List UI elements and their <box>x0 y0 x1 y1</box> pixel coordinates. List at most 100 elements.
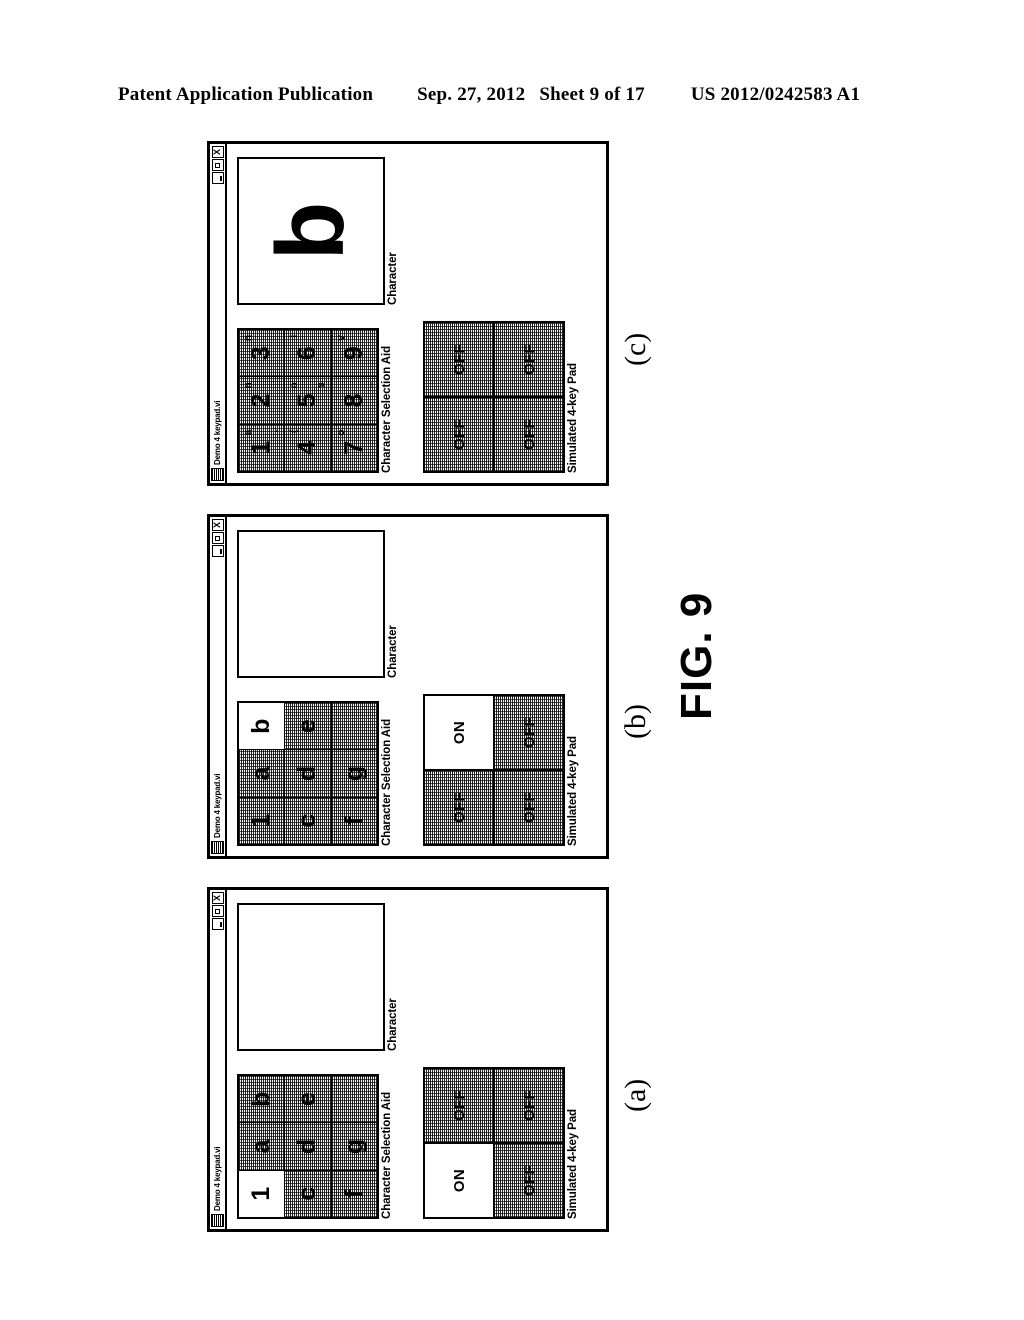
selection-aid-cell[interactable]: b <box>239 703 285 750</box>
keypad-key[interactable]: OFF <box>495 1144 563 1217</box>
selection-aid-cell-superscript: v <box>335 335 347 341</box>
minimize-icon[interactable] <box>211 545 224 557</box>
character-selection-aid-grid[interactable]: 1 a b c d e f g <box>237 1074 379 1219</box>
keypad-key-label: OFF <box>520 344 538 375</box>
window-titlebar[interactable]: Demo 4 keypad.vi X <box>210 890 227 1229</box>
application-icon <box>211 1214 224 1227</box>
selection-aid-cell[interactable]: 4( <box>285 424 331 471</box>
figure-9: Demo 4 keypad.vi X 1 a b c d e f g Character Selec… <box>0 0 1024 1320</box>
character-selection-aid-label: Character Selection Aid <box>381 718 393 846</box>
selection-aid-cell[interactable]: g <box>331 750 377 797</box>
keypad-key[interactable]: OFF <box>425 398 493 471</box>
selection-aid-cell[interactable]: 2n <box>239 377 285 424</box>
selection-aid-cell[interactable]: c <box>285 1170 331 1217</box>
selection-aid-cell-superscript: ( <box>289 429 301 434</box>
selection-aid-cell[interactable]: g <box>331 1123 377 1170</box>
keypad-key[interactable]: OFF <box>425 1069 493 1142</box>
selection-aid-cell[interactable]: 9v <box>331 330 377 377</box>
selection-aid-cell-subscript: _ <box>361 382 373 388</box>
keypad-key-label: OFF <box>520 1165 538 1196</box>
selection-aid-cell[interactable]: f <box>331 1170 377 1217</box>
selection-aid-cell[interactable]: d <box>285 1123 331 1170</box>
selection-aid-cell[interactable]: d <box>285 750 331 797</box>
simulated-keypad-grid[interactable]: OFF ON OFF OFF <box>423 694 565 846</box>
keypad-key[interactable]: OFF <box>495 696 563 769</box>
window-body: 1 a b c d e f g Character Selection Aid Character… <box>227 890 610 1229</box>
selection-aid-cell[interactable]: 1 <box>239 1170 285 1217</box>
window-title: Demo 4 keypad.vi <box>213 773 222 838</box>
window-titlebar[interactable]: Demo 4 keypad.vi X <box>210 517 227 856</box>
keypad-key[interactable]: OFF <box>425 323 493 396</box>
selection-aid-cell[interactable]: 5 o s <box>285 377 331 424</box>
minimize-icon[interactable] <box>211 918 224 930</box>
selection-aid-cell-label: c <box>293 1186 322 1201</box>
demo-window: Demo 4 keypad.vi X 1 a. 2 n 3 n 4(5 o s 6 l 7 o 8 _ 9 v Cha… <box>207 141 609 486</box>
selection-aid-cell-label: 8 <box>339 393 368 408</box>
panel-letter: (a) <box>619 1078 652 1112</box>
panel-letter: (b) <box>619 704 652 739</box>
selection-aid-cell-superscript: o <box>289 382 301 389</box>
character-display: b <box>237 157 385 305</box>
simulated-keypad-grid[interactable]: ON OFF OFF OFF <box>423 1067 565 1219</box>
close-icon[interactable]: X <box>211 892 224 904</box>
selection-aid-cell[interactable]: a <box>239 750 285 797</box>
character-display <box>237 903 385 1051</box>
selection-aid-cell-label: d <box>293 1138 322 1155</box>
selection-aid-cell-label: 2 <box>247 393 276 408</box>
maximize-icon[interactable] <box>211 159 224 171</box>
selection-aid-cell[interactable]: e <box>285 703 331 750</box>
minimize-icon[interactable] <box>211 172 224 184</box>
window-controls: X <box>211 519 224 557</box>
selection-aid-cell-label: 6 <box>293 346 322 361</box>
selection-aid-cell-label: g <box>339 1138 368 1155</box>
selection-aid-cell[interactable]: 3n <box>239 330 285 377</box>
panel-row: Demo 4 keypad.vi X 1 a b c d e f g Character Selec… <box>207 141 652 1232</box>
character-display-label: Character <box>387 998 399 1051</box>
selection-aid-cell[interactable]: b <box>239 1076 285 1123</box>
selection-aid-cell[interactable]: f <box>331 797 377 844</box>
keypad-key[interactable]: ON <box>425 696 493 769</box>
window-controls: X <box>211 146 224 184</box>
close-icon[interactable]: X <box>211 519 224 531</box>
selection-aid-cell[interactable]: 6l <box>285 330 331 377</box>
keypad-key-label: OFF <box>520 1090 538 1121</box>
window-titlebar[interactable]: Demo 4 keypad.vi X <box>210 144 227 483</box>
simulated-keypad-grid[interactable]: OFF OFF OFF OFF <box>423 321 565 473</box>
selection-aid-cell[interactable]: e <box>285 1076 331 1123</box>
keypad-key[interactable]: OFF <box>495 323 563 396</box>
selection-aid-cell[interactable]: 7o <box>331 424 377 471</box>
keypad-key[interactable]: OFF <box>495 398 563 471</box>
window-controls: X <box>211 892 224 930</box>
character-selection-aid-grid[interactable]: 1 a b c d e f g <box>237 701 379 846</box>
selection-aid-cell-label: e <box>293 1092 322 1107</box>
character-display-label: Character <box>387 252 399 305</box>
character-display-group: Character <box>237 903 399 1051</box>
selection-aid-cell-label: g <box>339 765 368 782</box>
application-icon <box>211 468 224 481</box>
keypad-key[interactable]: OFF <box>495 1069 563 1142</box>
maximize-icon[interactable] <box>211 905 224 917</box>
maximize-icon[interactable] <box>211 532 224 544</box>
simulated-keypad-group: OFF OFF OFF OFF Simulated 4-key Pad <box>423 321 579 473</box>
keypad-key-label: OFF <box>450 1090 468 1121</box>
selection-aid-cell[interactable] <box>331 703 377 750</box>
selection-aid-cell[interactable] <box>331 1076 377 1123</box>
keypad-key[interactable]: OFF <box>495 771 563 844</box>
selection-aid-cell-label: f <box>339 1189 368 1198</box>
character-display-group: b Character <box>237 157 399 305</box>
selection-aid-cell[interactable]: a <box>239 1123 285 1170</box>
window-body: 1 a b c d e f g Character Selection Aid Character… <box>227 517 610 856</box>
close-icon[interactable]: X <box>211 146 224 158</box>
selection-aid-cell-label: e <box>293 719 322 734</box>
keypad-key[interactable]: OFF <box>425 771 493 844</box>
keypad-key-label: OFF <box>450 344 468 375</box>
selection-aid-cell[interactable]: c <box>285 797 331 844</box>
selection-aid-cell[interactable]: 8 _ <box>331 377 377 424</box>
panel-letter: (c) <box>619 332 652 366</box>
selection-aid-cell[interactable]: 1 a. <box>239 424 285 471</box>
figure-panels: Demo 4 keypad.vi X 1 a b c d e f g Character Selec… <box>207 141 652 1232</box>
selection-aid-cell-label: c <box>293 813 322 828</box>
character-selection-aid-grid[interactable]: 1 a. 2 n 3 n 4(5 o s 6 l 7 o 8 _ 9 v <box>237 328 379 473</box>
keypad-key[interactable]: ON <box>425 1144 493 1217</box>
selection-aid-cell[interactable]: 1 <box>239 797 285 844</box>
